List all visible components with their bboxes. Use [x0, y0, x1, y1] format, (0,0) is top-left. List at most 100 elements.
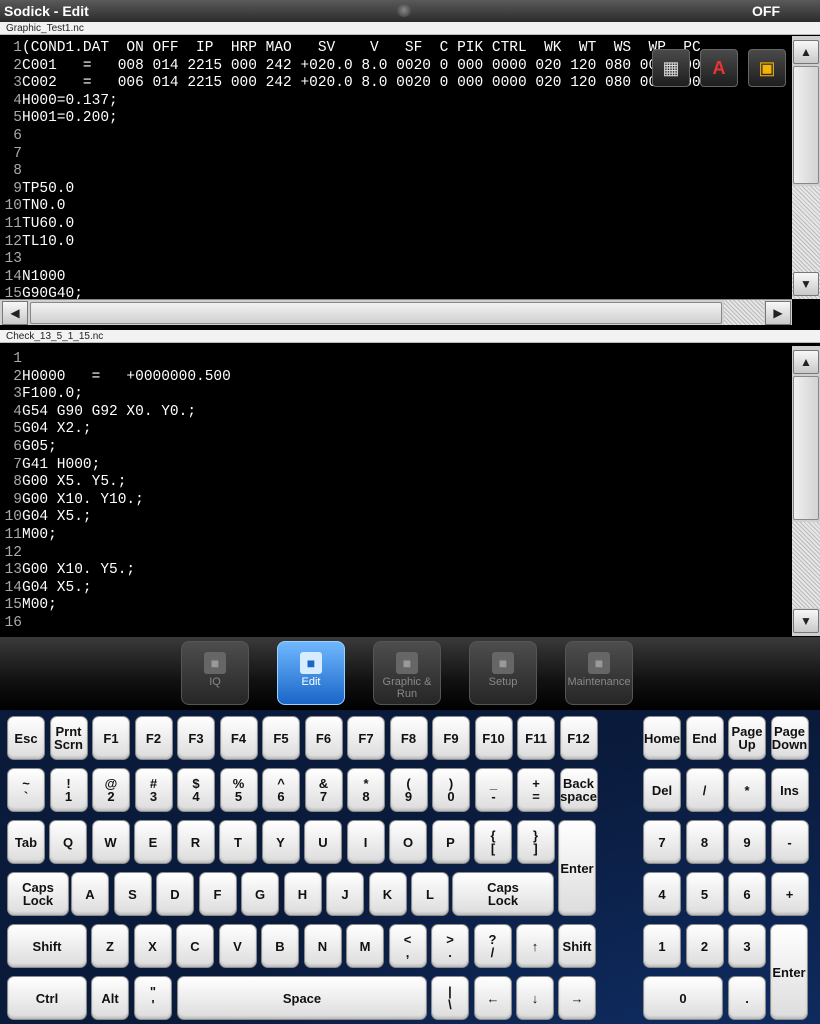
- line-text[interactable]: G04 X5.;: [22, 580, 92, 596]
- key-p[interactable]: P: [431, 820, 470, 864]
- line-text[interactable]: G00 X10. Y5.;: [22, 562, 135, 578]
- key-f6[interactable]: F6: [304, 716, 343, 760]
- line-text[interactable]: G04 X5.;: [22, 509, 92, 525]
- key-sym[interactable]: < ,: [388, 924, 427, 968]
- line-text[interactable]: C001 = 008 014 2215 000 242 +020.0 8.0 0…: [22, 58, 709, 74]
- code-line[interactable]: 13G00 X10. Y5.;: [0, 562, 231, 580]
- key-sym[interactable]: { [: [474, 820, 512, 864]
- key-h[interactable]: H: [283, 872, 322, 916]
- numpad-key-5[interactable]: 5: [685, 872, 724, 916]
- numpad-key-2[interactable]: 2: [685, 924, 724, 968]
- mode-button-maintenance[interactable]: ■ Maintenance: [565, 641, 633, 705]
- key-sym[interactable]: + =: [517, 768, 555, 812]
- key-sym[interactable]: > .: [431, 924, 469, 968]
- numpad-key-4[interactable]: 4: [643, 872, 681, 916]
- key-sym[interactable]: ↑: [516, 924, 554, 968]
- key-d[interactable]: D: [156, 872, 194, 916]
- line-text[interactable]: TU60.0: [22, 216, 74, 232]
- key-f5[interactable]: F5: [262, 716, 300, 760]
- key-0[interactable]: ) 0: [432, 768, 470, 812]
- key-f10[interactable]: F10: [474, 716, 513, 760]
- text-tool-icon[interactable]: A: [700, 49, 738, 87]
- numpad-key-sym[interactable]: +: [770, 872, 809, 916]
- key-caps-lock-right[interactable]: Caps Lock: [452, 872, 554, 916]
- numpad-key-7[interactable]: 7: [643, 820, 681, 864]
- code-line[interactable]: 11M00;: [0, 527, 231, 545]
- line-text[interactable]: G00 X10. Y10.;: [22, 492, 144, 508]
- key-7[interactable]: & 7: [304, 768, 343, 812]
- code-line[interactable]: 8G00 X5. Y5.;: [0, 474, 231, 492]
- key-j[interactable]: J: [326, 872, 364, 916]
- mode-button-setup[interactable]: ■ Setup: [469, 641, 537, 705]
- key-u[interactable]: U: [304, 820, 342, 864]
- numpad-key-8[interactable]: 8: [685, 820, 724, 864]
- line-text[interactable]: G04 X2.;: [22, 421, 92, 437]
- key-1[interactable]: ! 1: [49, 768, 88, 812]
- code-line[interactable]: 6G05;: [0, 439, 231, 457]
- numpad-key-1[interactable]: 1: [643, 924, 681, 968]
- key-f2[interactable]: F2: [134, 716, 173, 760]
- numpad-key-enter[interactable]: Enter: [770, 924, 808, 1020]
- key-o[interactable]: O: [389, 820, 427, 864]
- line-text[interactable]: G90G40;: [22, 286, 83, 299]
- code-line[interactable]: 8: [0, 163, 709, 181]
- key-home[interactable]: Home: [643, 716, 681, 760]
- key-6[interactable]: ^ 6: [262, 768, 300, 812]
- key-sym[interactable]: ←: [474, 976, 512, 1020]
- key-page-up[interactable]: Page Up: [728, 716, 766, 760]
- code-line[interactable]: 3F100.0;: [0, 386, 231, 404]
- code-line[interactable]: 13: [0, 251, 709, 269]
- key-alt[interactable]: Alt: [91, 976, 129, 1020]
- key-shift-right[interactable]: Shift: [558, 924, 596, 968]
- editor2-vertical-scrollbar[interactable]: ▲ ▼: [792, 346, 820, 636]
- line-text[interactable]: H001=0.200;: [22, 110, 118, 126]
- line-text[interactable]: M00;: [22, 597, 57, 613]
- key-sym[interactable]: *: [728, 768, 766, 812]
- code-line[interactable]: 9G00 X10. Y10.;: [0, 492, 231, 510]
- key-a[interactable]: A: [71, 872, 109, 916]
- code-line[interactable]: 9TP50.0: [0, 181, 709, 199]
- code-line[interactable]: 4G54 G90 G92 X0. Y0.;: [0, 404, 231, 422]
- key-k[interactable]: K: [368, 872, 407, 916]
- line-text[interactable]: M00;: [22, 527, 57, 543]
- key-sym[interactable]: | \: [431, 976, 469, 1020]
- code-line[interactable]: 2C001 = 008 014 2215 000 242 +020.0 8.0 …: [0, 58, 709, 76]
- key-sym[interactable]: } ]: [516, 820, 555, 864]
- key-page-down[interactable]: Page Down: [770, 716, 809, 760]
- numpad-key-9[interactable]: 9: [728, 820, 766, 864]
- line-text[interactable]: H000=0.137;: [22, 93, 118, 109]
- key-f1[interactable]: F1: [92, 716, 130, 760]
- key-i[interactable]: I: [346, 820, 385, 864]
- key-f[interactable]: F: [198, 872, 237, 916]
- editor2-scroll-down-button[interactable]: ▼: [793, 609, 819, 633]
- key-space[interactable]: Space: [177, 976, 427, 1020]
- key-v[interactable]: V: [218, 924, 257, 968]
- key-del[interactable]: Del: [643, 768, 681, 812]
- code-line[interactable]: 1(COND1.DAT ON OFF IP HRP MAO SV V SF C …: [0, 40, 709, 58]
- code-line[interactable]: 4H000=0.137;: [0, 93, 709, 111]
- key-f12[interactable]: F12: [559, 716, 598, 760]
- editor2-scroll-thumb[interactable]: [793, 376, 819, 520]
- key-z[interactable]: Z: [91, 924, 129, 968]
- numpad-key-3[interactable]: 3: [728, 924, 766, 968]
- key-ins[interactable]: Ins: [770, 768, 809, 812]
- key-sym[interactable]: " ': [134, 976, 172, 1020]
- key-end[interactable]: End: [685, 716, 724, 760]
- numpad-key-0[interactable]: 0: [643, 976, 723, 1020]
- line-text[interactable]: C002 = 006 014 2215 000 242 +020.0 8.0 0…: [22, 75, 709, 91]
- key-8[interactable]: * 8: [347, 768, 385, 812]
- key-x[interactable]: X: [133, 924, 172, 968]
- calculator-icon[interactable]: ▦: [652, 49, 690, 87]
- line-text[interactable]: TP50.0: [22, 181, 74, 197]
- key-c[interactable]: C: [176, 924, 214, 968]
- editor2-code-area[interactable]: 1 2H0000 = +0000000.500 3F100.0; 4G54 G90 G…: [0, 346, 792, 636]
- key-f7[interactable]: F7: [347, 716, 385, 760]
- line-text[interactable]: TL10.0: [22, 234, 74, 250]
- key-f4[interactable]: F4: [219, 716, 258, 760]
- line-text[interactable]: F100.0;: [22, 386, 83, 402]
- editor1-scroll-right-button[interactable]: ▶: [765, 301, 791, 325]
- key-4[interactable]: $ 4: [177, 768, 215, 812]
- code-line[interactable]: 14N1000: [0, 269, 709, 287]
- editor1-vertical-scrollbar[interactable]: ▲ ▼: [792, 36, 820, 304]
- line-text[interactable]: TN0.0: [22, 198, 66, 214]
